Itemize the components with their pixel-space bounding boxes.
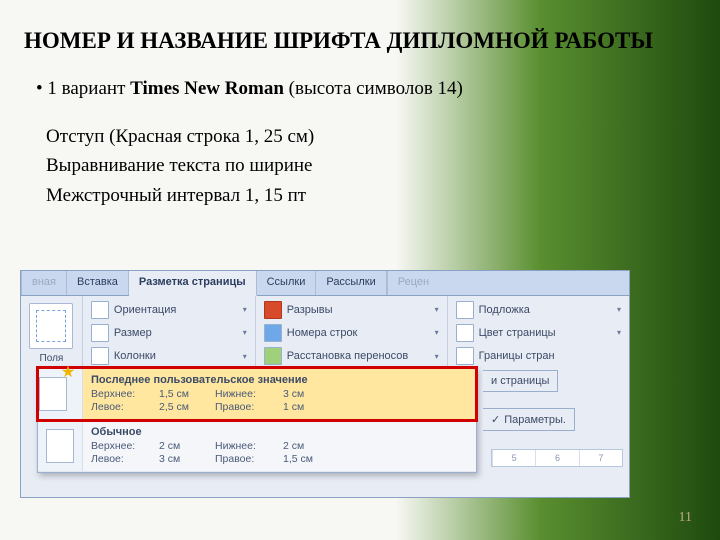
margins-icon xyxy=(29,303,73,349)
bullet-pre: 1 вариант xyxy=(47,78,130,99)
breaks-button[interactable]: Разрывы ▾ xyxy=(262,300,441,319)
tab-page-layout[interactable]: Разметка страницы xyxy=(129,271,257,296)
tab-insert[interactable]: Вставка xyxy=(67,271,129,295)
line-numbers-label: Номера строк xyxy=(287,327,358,339)
bullet-line: 1 вариант Times New Roman (высота символ… xyxy=(0,60,720,104)
breaks-icon xyxy=(264,301,282,319)
ribbon-tabs: вная Вставка Разметка страницы Ссылки Ра… xyxy=(21,271,629,296)
body-l1: Отступ (Красная строка 1, 25 см) xyxy=(46,122,674,151)
page-color-label: Цвет страницы xyxy=(479,327,556,339)
val-top: 2 см xyxy=(159,440,207,452)
size-button[interactable]: Размер ▾ xyxy=(89,323,249,342)
line-numbers-icon xyxy=(264,324,282,342)
page-borders-button[interactable]: Границы стран xyxy=(454,347,623,366)
chevron-down-icon: ▾ xyxy=(617,305,621,314)
page-color-icon xyxy=(456,324,474,342)
tab-references[interactable]: Ссылки xyxy=(257,271,317,295)
word-ribbon-screenshot: вная Вставка Разметка страницы Ссылки Ра… xyxy=(20,270,630,498)
ruler-tick: 7 xyxy=(579,450,622,466)
chevron-down-icon: ▾ xyxy=(617,328,621,337)
page-color-button[interactable]: Цвет страницы ▾ xyxy=(454,323,623,342)
bullet-post: (высота символов 14) xyxy=(284,78,463,99)
val-left: 2,5 см xyxy=(159,401,207,413)
tab-review-trunc[interactable]: Рецен xyxy=(387,271,439,295)
orientation-icon xyxy=(91,301,109,319)
chevron-down-icon: ▾ xyxy=(435,305,439,314)
chevron-down-icon: ▾ xyxy=(243,328,247,337)
lbl-left: Левое: xyxy=(91,453,151,465)
margins-last-custom[interactable]: ★ Последнее пользовательское значение Ве… xyxy=(38,368,476,420)
chevron-down-icon: ▾ xyxy=(435,328,439,337)
columns-label: Колонки xyxy=(114,350,156,362)
lbl-top: Верхнее: xyxy=(91,388,151,400)
body-text: Отступ (Красная строка 1, 25 см) Выравни… xyxy=(0,104,720,210)
chevron-down-icon: ▾ xyxy=(243,352,247,361)
hyphenation-label: Расстановка переносов xyxy=(287,350,408,362)
margins-button[interactable]: Поля xyxy=(21,296,83,370)
breaks-label: Разрывы xyxy=(287,304,333,316)
ruler-tick: 6 xyxy=(535,450,578,466)
page-setup-group-1: Ориентация ▾ Размер ▾ Колонки ▾ xyxy=(83,296,256,370)
hyphenation-button[interactable]: Расстановка переносов ▾ xyxy=(262,347,441,366)
val-right: 1,5 см xyxy=(283,453,331,465)
margins-dropdown: ★ Последнее пользовательское значение Ве… xyxy=(37,367,477,473)
columns-icon xyxy=(91,347,109,365)
hyphenation-icon xyxy=(264,347,282,365)
lbl-bottom: Нижнее: xyxy=(215,440,275,452)
lbl-left: Левое: xyxy=(91,401,151,413)
body-l2: Выравнивание текста по ширине xyxy=(46,151,674,180)
ribbon-body: Поля Ориентация ▾ Размер ▾ Колонки ▾ Разрыв… xyxy=(21,296,629,370)
lbl-bottom: Нижнее: xyxy=(215,388,275,400)
ruler-tick: 5 xyxy=(492,450,535,466)
slide-number: 11 xyxy=(679,510,692,526)
side-fragment-1: и страницы xyxy=(483,370,558,392)
watermark-label: Подложка xyxy=(479,304,530,316)
body-l3: Межстрочный интервал 1, 15 пт xyxy=(46,181,674,210)
size-icon xyxy=(91,324,109,342)
ruler: 5 6 7 xyxy=(491,449,623,467)
page-borders-icon xyxy=(456,347,474,365)
watermark-icon xyxy=(456,301,474,319)
lbl-top: Верхнее: xyxy=(91,440,151,452)
margins-preview-icon: ★ xyxy=(38,368,83,419)
menu-item-title: Обычное xyxy=(91,426,468,438)
tab-mailings[interactable]: Рассылки xyxy=(316,271,386,295)
page-setup-group-2: Разрывы ▾ Номера строк ▾ Расстановка перен… xyxy=(256,296,448,370)
side-fragment-2[interactable]: ✓ Параметры. xyxy=(483,408,575,431)
val-top: 1,5 см xyxy=(159,388,207,400)
slide-title: НОМЕР И НАЗВАНИЕ ШРИФТА ДИПЛОМНОЙ РАБОТЫ xyxy=(0,0,720,60)
check-icon: ✓ xyxy=(491,413,500,426)
line-numbers-button[interactable]: Номера строк ▾ xyxy=(262,323,441,342)
lbl-right: Правое: xyxy=(215,401,275,413)
columns-button[interactable]: Колонки ▾ xyxy=(89,347,249,366)
val-bottom: 3 см xyxy=(283,388,331,400)
chevron-down-icon: ▾ xyxy=(243,305,247,314)
chevron-down-icon: ▾ xyxy=(435,352,439,361)
margins-preview-icon xyxy=(38,420,83,471)
watermark-button[interactable]: Подложка ▾ xyxy=(454,300,623,319)
star-icon: ★ xyxy=(61,362,75,382)
params-label: Параметры. xyxy=(504,414,566,426)
lbl-right: Правое: xyxy=(215,453,275,465)
tab-home-trunc[interactable]: вная xyxy=(21,271,67,295)
orientation-label: Ориентация xyxy=(114,304,176,316)
margins-normal[interactable]: Обычное Верхнее: 2 см Нижнее: 2 см Левое: 3… xyxy=(38,420,476,472)
size-label: Размер xyxy=(114,327,152,339)
menu-item-title: Последнее пользовательское значение xyxy=(91,374,468,386)
bullet-bold: Times New Roman xyxy=(130,78,284,99)
margins-label: Поля xyxy=(40,353,64,364)
page-borders-label: Границы стран xyxy=(479,350,555,362)
val-right: 1 см xyxy=(283,401,331,413)
val-bottom: 2 см xyxy=(283,440,331,452)
val-left: 3 см xyxy=(159,453,207,465)
orientation-button[interactable]: Ориентация ▾ xyxy=(89,300,249,319)
page-background-group: Подложка ▾ Цвет страницы ▾ Границы стран xyxy=(448,296,629,370)
